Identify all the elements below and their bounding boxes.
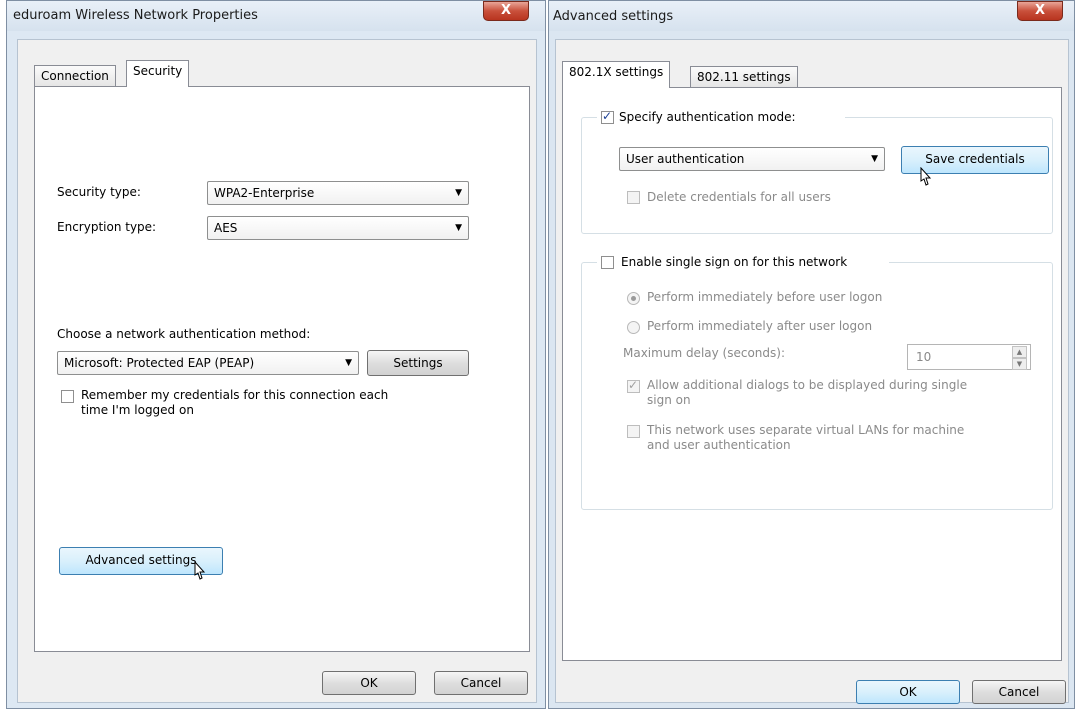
dropdown-arrow-icon: ▼ xyxy=(345,358,352,368)
mouse-cursor-icon xyxy=(920,167,932,186)
security-type-value: WPA2-Enterprise xyxy=(214,186,315,200)
allow-dialogs-label-line1: Allow additional dialogs to be displayed… xyxy=(647,378,968,392)
auth-method-label: Choose a network authentication method: xyxy=(57,327,311,341)
delete-credentials-label: Delete credentials for all users xyxy=(647,190,831,204)
encryption-type-value: AES xyxy=(214,221,238,235)
sso-checkbox[interactable] xyxy=(601,256,614,269)
network-properties-window: eduroam Wireless Network Properties X Co… xyxy=(6,0,546,709)
spin-up-icon[interactable]: ▲ xyxy=(1012,346,1027,358)
perform-before-label: Perform immediately before user logon xyxy=(647,290,883,304)
window-title: eduroam Wireless Network Properties xyxy=(13,8,258,23)
ok-button[interactable]: OK xyxy=(322,671,416,695)
tab-security[interactable]: Security xyxy=(126,60,190,87)
perform-after-radio[interactable] xyxy=(627,321,640,334)
delete-credentials-checkbox[interactable] xyxy=(627,191,640,204)
allow-dialogs-label-line2: sign on xyxy=(647,393,691,407)
tab-80211-settings[interactable]: 802.11 settings xyxy=(690,66,798,88)
tab-connection[interactable]: Connection xyxy=(34,65,116,87)
auth-mode-value: User authentication xyxy=(626,152,745,166)
settings-button[interactable]: Settings xyxy=(367,350,469,376)
ok-button[interactable]: OK xyxy=(856,680,960,704)
close-button[interactable]: X xyxy=(1017,1,1063,21)
sso-label: Enable single sign on for this network xyxy=(621,255,848,269)
allow-dialogs-checkbox[interactable] xyxy=(627,378,640,393)
advanced-settings-window: Advanced settings X 802.1X settings 802.… xyxy=(548,0,1075,709)
window-title: Advanced settings xyxy=(553,9,674,24)
tab-8021x-settings[interactable]: 802.1X settings xyxy=(562,61,671,88)
encryption-type-label: Encryption type: xyxy=(57,220,157,234)
tab-label: Security xyxy=(133,64,183,78)
security-tab-panel: Security type: WPA2-Enterprise ▼ Encrypt… xyxy=(34,86,530,652)
separate-vlan-label-line1: This network uses separate virtual LANs … xyxy=(647,423,965,437)
tab-label: Connection xyxy=(41,69,109,83)
dropdown-arrow-icon: ▼ xyxy=(871,154,878,164)
dialog-client-area: Connection Security Security type: WPA2-… xyxy=(17,39,537,703)
specify-auth-checkbox[interactable] xyxy=(601,109,614,124)
specify-auth-label: Specify authentication mode: xyxy=(619,110,796,124)
security-type-label: Security type: xyxy=(57,185,141,199)
close-button[interactable]: X xyxy=(483,1,529,21)
dialog-client-area: 802.1X settings 802.11 settings Specify … xyxy=(555,39,1069,704)
auth-mode-group xyxy=(581,117,1053,234)
auth-method-value: Microsoft: Protected EAP (PEAP) xyxy=(64,356,255,370)
remember-credentials-label-line1: Remember my credentials for this connect… xyxy=(81,388,389,402)
auth-method-dropdown[interactable]: Microsoft: Protected EAP (PEAP) ▼ xyxy=(57,351,359,375)
remember-credentials-label-line2: time I'm logged on xyxy=(81,403,194,417)
separate-vlan-checkbox[interactable] xyxy=(627,425,640,438)
group-header: Enable single sign on for this network xyxy=(597,253,889,273)
max-delay-value: 10 xyxy=(916,350,932,364)
tab-label: 802.1X settings xyxy=(569,65,664,79)
security-type-dropdown[interactable]: WPA2-Enterprise ▼ xyxy=(207,181,469,205)
max-delay-label: Maximum delay (seconds): xyxy=(623,346,785,360)
dropdown-arrow-icon: ▼ xyxy=(455,223,462,233)
encryption-type-dropdown[interactable]: AES ▼ xyxy=(207,216,469,240)
auth-mode-dropdown[interactable]: User authentication ▼ xyxy=(619,147,885,171)
spin-down-icon[interactable]: ▼ xyxy=(1012,358,1027,370)
separate-vlan-label-line2: and user authentication xyxy=(647,438,791,452)
group-header: Specify authentication mode: xyxy=(597,108,845,128)
cancel-button[interactable]: Cancel xyxy=(972,680,1066,704)
8021x-tab-panel: Specify authentication mode: User authen… xyxy=(562,87,1062,661)
dropdown-arrow-icon: ▼ xyxy=(455,188,462,198)
close-icon: X xyxy=(1034,3,1046,18)
remember-credentials-checkbox[interactable] xyxy=(61,390,74,403)
mouse-cursor-icon xyxy=(194,561,206,580)
title-bar[interactable]: eduroam Wireless Network Properties X xyxy=(7,1,545,31)
perform-after-label: Perform immediately after user logon xyxy=(647,319,873,333)
cancel-button[interactable]: Cancel xyxy=(434,671,528,695)
close-icon: X xyxy=(500,3,512,18)
title-bar[interactable]: Advanced settings X xyxy=(549,1,1074,31)
tab-label: 802.11 settings xyxy=(697,70,791,84)
perform-before-radio[interactable] xyxy=(627,292,640,305)
